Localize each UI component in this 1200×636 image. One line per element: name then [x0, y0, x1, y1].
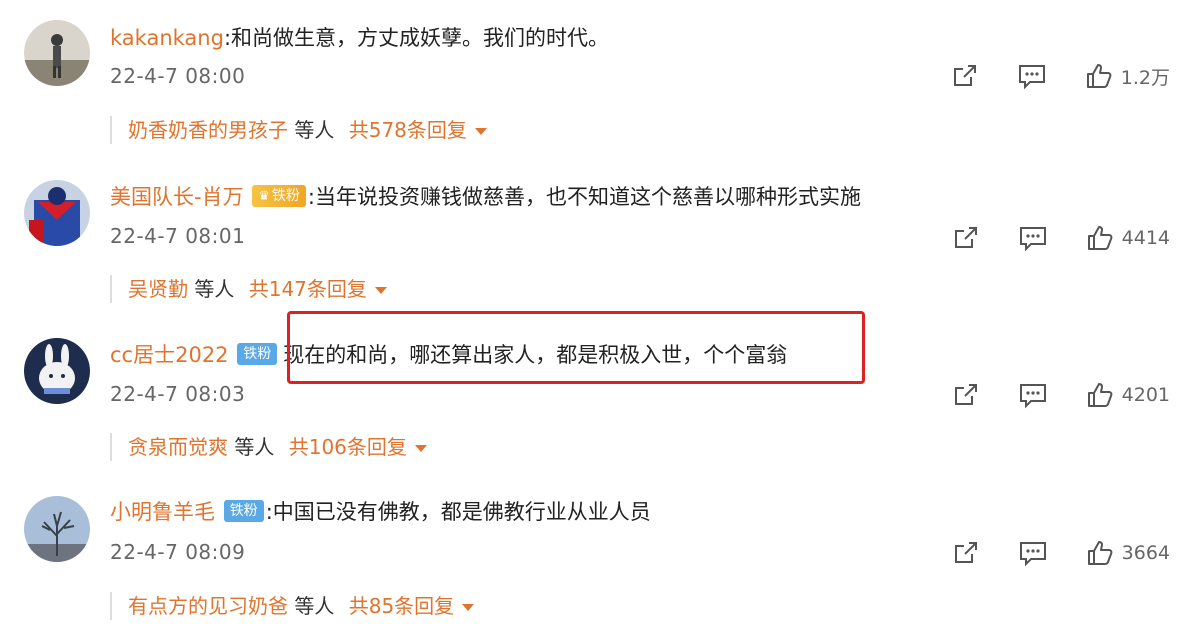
comment-button[interactable]: [1017, 62, 1047, 90]
username[interactable]: 美国队长-肖万: [110, 185, 244, 209]
like-count: 1.2万: [1120, 66, 1170, 89]
share-icon: [952, 381, 980, 409]
reply-total[interactable]: 共147条回复: [249, 277, 367, 301]
share-icon: [951, 62, 979, 90]
share-button[interactable]: [952, 539, 980, 567]
fan-badge[interactable]: 铁粉: [237, 343, 278, 365]
comment-actions: 4201: [914, 381, 1170, 409]
comment-actions: 4414: [914, 224, 1170, 252]
username[interactable]: cc居士2022: [110, 343, 229, 367]
reply-summary[interactable]: 奶香奶香的男孩子 等人 共578条回复: [110, 116, 487, 144]
highlight-box: [287, 311, 865, 384]
caret-down-icon[interactable]: [374, 287, 387, 294]
caret-down-icon[interactable]: [414, 445, 427, 452]
share-button[interactable]: [952, 224, 980, 252]
reply-user[interactable]: 吴贤勤: [128, 277, 188, 301]
like-button[interactable]: 3664: [1086, 539, 1170, 567]
reply-others-label: 等人: [294, 594, 335, 618]
avatar[interactable]: [24, 20, 90, 86]
reply-total[interactable]: 共578条回复: [349, 118, 467, 142]
share-icon: [952, 539, 980, 567]
reply-summary[interactable]: 有点方的见习奶爸 等人 共85条回复: [110, 592, 475, 620]
separator: :: [223, 26, 232, 50]
comment-button[interactable]: [1018, 224, 1048, 252]
reply-summary[interactable]: 贪泉而觉爽 等人 共106条回复: [110, 433, 427, 461]
avatar[interactable]: [24, 338, 90, 404]
comment-icon: [1018, 381, 1048, 409]
separator: :: [307, 185, 315, 209]
share-button[interactable]: [951, 62, 979, 90]
reply-total[interactable]: 共85条回复: [349, 594, 454, 618]
like-button[interactable]: 4201: [1086, 381, 1170, 409]
like-count: 4414: [1121, 227, 1170, 249]
share-button[interactable]: [952, 381, 980, 409]
avatar[interactable]: [24, 180, 90, 246]
comment-button[interactable]: [1018, 381, 1048, 409]
like-count: 3664: [1121, 542, 1170, 564]
fan-badge[interactable]: ♛ 铁粉: [252, 185, 306, 207]
timestamp: 22-4-7 08:03: [110, 382, 246, 406]
caret-down-icon[interactable]: [474, 128, 487, 135]
reply-user[interactable]: 有点方的见习奶爸: [128, 594, 288, 618]
fan-badge-label: 铁粉: [229, 503, 258, 519]
like-count: 4201: [1121, 384, 1170, 406]
reply-others-label: 等人: [294, 118, 335, 142]
like-icon: [1086, 224, 1114, 252]
like-icon: [1086, 539, 1114, 567]
like-button[interactable]: 4414: [1086, 224, 1170, 252]
comment-icon: [1017, 62, 1047, 90]
comment-text: 当年说投资赚钱做慈善，也不知道这个慈善以哪种形式实施: [315, 185, 861, 209]
fan-badge-label: 铁粉: [271, 188, 300, 204]
username[interactable]: kakankang: [110, 26, 224, 50]
timestamp: 22-4-7 08:01: [110, 224, 246, 248]
reply-user[interactable]: 奶香奶香的男孩子: [128, 118, 288, 142]
reply-user[interactable]: 贪泉而觉爽: [128, 435, 228, 459]
username[interactable]: 小明鲁羊毛: [110, 500, 215, 524]
avatar[interactable]: [24, 496, 90, 562]
comment-button[interactable]: [1018, 539, 1048, 567]
fan-badge[interactable]: 铁粉: [223, 500, 264, 522]
reply-others-label: 等人: [234, 435, 275, 459]
comment-icon: [1018, 224, 1048, 252]
timestamp: 22-4-7 08:09: [110, 540, 246, 564]
share-icon: [952, 224, 980, 252]
reply-total[interactable]: 共106条回复: [289, 435, 407, 459]
like-icon: [1085, 62, 1113, 90]
reply-summary[interactable]: 吴贤勤 等人 共147条回复: [110, 275, 387, 303]
separator: :: [265, 500, 273, 524]
reply-others-label: 等人: [194, 277, 235, 301]
like-button[interactable]: 1.2万: [1085, 62, 1170, 90]
like-icon: [1086, 381, 1114, 409]
fan-badge-label: 铁粉: [243, 346, 272, 362]
comment-actions: 3664: [914, 539, 1170, 567]
crown-icon: ♛: [258, 189, 270, 204]
comment-text: 和尚做生意，方丈成妖孽。我们的时代。: [231, 26, 610, 50]
caret-down-icon[interactable]: [462, 604, 475, 611]
timestamp: 22-4-7 08:00: [110, 64, 246, 88]
comment-actions: 1.2万: [913, 62, 1170, 90]
comment-text: 中国已没有佛教，都是佛教行业从业人员: [272, 500, 651, 524]
comment-icon: [1018, 539, 1048, 567]
